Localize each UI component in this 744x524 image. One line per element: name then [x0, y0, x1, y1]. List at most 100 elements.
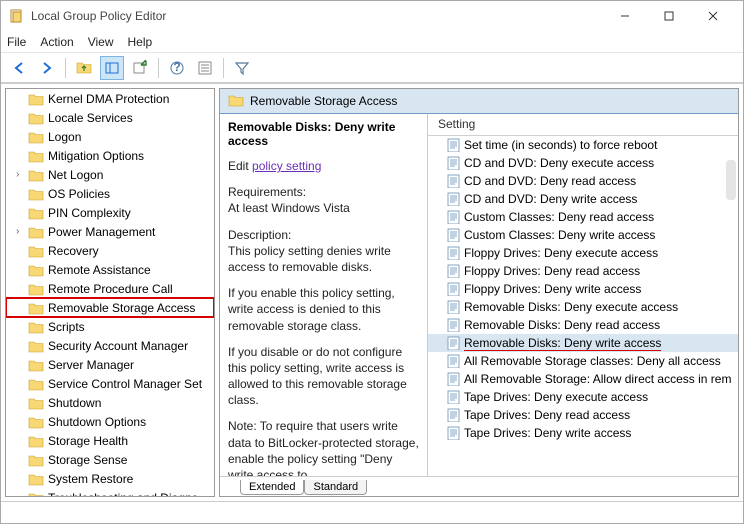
close-button[interactable] [691, 2, 735, 30]
setting-label: Removable Disks: Deny execute access [464, 300, 678, 314]
tree-item[interactable]: Logon [6, 127, 214, 146]
setting-item[interactable]: Tape Drives: Deny read access [428, 406, 738, 424]
tree-item[interactable]: Shutdown Options [6, 412, 214, 431]
setting-item[interactable]: CD and DVD: Deny execute access [428, 154, 738, 172]
setting-item[interactable]: Floppy Drives: Deny execute access [428, 244, 738, 262]
policy-icon [446, 282, 460, 296]
menu-view[interactable]: View [88, 35, 114, 49]
tree-item[interactable]: Remote Assistance [6, 260, 214, 279]
forward-button[interactable] [35, 56, 59, 80]
setting-item[interactable]: Custom Classes: Deny read access [428, 208, 738, 226]
folder-icon [28, 339, 44, 353]
tree-item[interactable]: Server Manager [6, 355, 214, 374]
tree-pane[interactable]: Kernel DMA ProtectionLocale Services Logo… [5, 88, 215, 497]
up-button[interactable] [72, 56, 96, 80]
setting-item[interactable]: Tape Drives: Deny write access [428, 424, 738, 442]
window-title: Local Group Policy Editor [31, 9, 603, 23]
tree-item-label: Shutdown [48, 396, 101, 410]
folder-icon [28, 149, 44, 163]
tree-item[interactable]: ›Power Management [6, 222, 214, 241]
scrollbar[interactable] [726, 160, 736, 200]
policy-icon [446, 246, 460, 260]
setting-item[interactable]: Tape Drives: Deny execute access [428, 388, 738, 406]
setting-item[interactable]: All Removable Storage classes: Deny all … [428, 352, 738, 370]
setting-item[interactable]: All Removable Storage: Allow direct acce… [428, 370, 738, 388]
setting-label: CD and DVD: Deny execute access [464, 156, 654, 170]
folder-icon [28, 491, 44, 498]
setting-item[interactable]: Removable Disks: Deny write access [428, 334, 738, 352]
policy-icon [446, 426, 460, 440]
folder-icon [28, 168, 44, 182]
settings-column-header[interactable]: Setting [428, 114, 738, 136]
setting-item[interactable]: CD and DVD: Deny read access [428, 172, 738, 190]
tree-item[interactable]: Removable Storage Access [6, 298, 214, 317]
folder-icon [28, 320, 44, 334]
tree-item[interactable]: Locale Services [6, 108, 214, 127]
folder-icon [28, 301, 44, 315]
tree-item[interactable]: PIN Complexity [6, 203, 214, 222]
tree-item[interactable]: Scripts [6, 317, 214, 336]
setting-label: Set time (in seconds) to force reboot [464, 138, 657, 152]
setting-item[interactable]: Floppy Drives: Deny write access [428, 280, 738, 298]
titlebar: Local Group Policy Editor [1, 1, 743, 31]
policy-icon [446, 264, 460, 278]
setting-item[interactable]: CD and DVD: Deny write access [428, 190, 738, 208]
policy-icon [446, 174, 460, 188]
tree-item[interactable]: Troubleshooting and Diagnc [6, 488, 214, 497]
setting-item[interactable]: Floppy Drives: Deny read access [428, 262, 738, 280]
help-button[interactable]: ? [165, 56, 189, 80]
folder-icon [28, 111, 44, 125]
filter-button[interactable] [230, 56, 254, 80]
folder-icon [28, 244, 44, 258]
tree-item[interactable]: Security Account Manager [6, 336, 214, 355]
folder-icon [28, 225, 44, 239]
setting-label: All Removable Storage: Allow direct acce… [464, 372, 731, 386]
setting-item[interactable]: Removable Disks: Deny read access [428, 316, 738, 334]
tree-item-label: Logon [48, 130, 81, 144]
tree-item[interactable]: Kernel DMA Protection [6, 89, 214, 108]
folder-icon [28, 263, 44, 277]
tab-extended[interactable]: Extended [240, 480, 304, 495]
edit-policy-link[interactable]: policy setting [252, 159, 321, 173]
tree-item[interactable]: System Restore [6, 469, 214, 488]
maximize-button[interactable] [647, 2, 691, 30]
setting-label: Removable Disks: Deny read access [464, 318, 660, 332]
menu-file[interactable]: File [7, 35, 26, 49]
properties-button[interactable] [193, 56, 217, 80]
tree-item-label: Removable Storage Access [48, 301, 195, 315]
setting-item[interactable]: Custom Classes: Deny write access [428, 226, 738, 244]
settings-list-pane: Setting Set time (in seconds) to force r… [428, 114, 738, 476]
tab-standard[interactable]: Standard [304, 480, 367, 495]
tree-item[interactable]: Shutdown [6, 393, 214, 412]
tree-item[interactable]: Mitigation Options [6, 146, 214, 165]
setting-label: Floppy Drives: Deny execute access [464, 246, 658, 260]
tree-item[interactable]: Storage Sense [6, 450, 214, 469]
setting-item[interactable]: Set time (in seconds) to force reboot [428, 136, 738, 154]
details-pane: Removable Storage Access Removable Disks… [219, 88, 739, 497]
setting-item[interactable]: Removable Disks: Deny execute access [428, 298, 738, 316]
menu-help[interactable]: Help [128, 35, 153, 49]
policy-icon [446, 354, 460, 368]
tree-item[interactable]: Service Control Manager Set [6, 374, 214, 393]
svg-text:?: ? [173, 60, 180, 74]
breadcrumb: Removable Storage Access [220, 89, 738, 114]
chevron-icon: › [16, 169, 28, 180]
settings-list[interactable]: Set time (in seconds) to force reboot CD … [428, 136, 738, 476]
tree-item[interactable]: Recovery [6, 241, 214, 260]
setting-label: Removable Disks: Deny write access [464, 336, 661, 351]
minimize-button[interactable] [603, 2, 647, 30]
show-hide-tree-button[interactable] [100, 56, 124, 80]
tree-item[interactable]: Storage Health [6, 431, 214, 450]
policy-icon [446, 318, 460, 332]
tree-item[interactable]: OS Policies [6, 184, 214, 203]
menu-action[interactable]: Action [40, 35, 73, 49]
policy-icon [446, 408, 460, 422]
setting-label: Custom Classes: Deny write access [464, 228, 655, 242]
policy-icon [446, 210, 460, 224]
tree-item[interactable]: Remote Procedure Call [6, 279, 214, 298]
folder-icon [28, 92, 44, 106]
back-button[interactable] [7, 56, 31, 80]
tree-item[interactable]: ›Net Logon [6, 165, 214, 184]
export-button[interactable] [128, 56, 152, 80]
tree-item-label: Scripts [48, 320, 85, 334]
